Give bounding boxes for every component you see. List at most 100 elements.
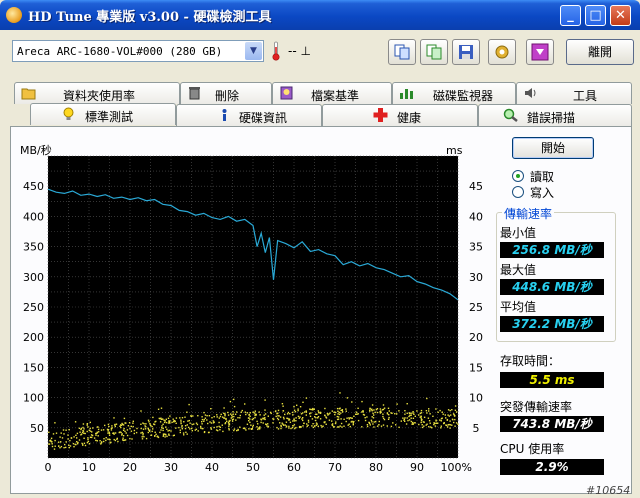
- tab-folder-usage[interactable]: 資料夾使用率: [14, 82, 180, 104]
- access-time-point: [298, 417, 300, 419]
- access-time-point: [161, 425, 163, 427]
- tab-disk-monitor[interactable]: 磁碟監視器: [392, 82, 516, 104]
- tab-file-benchmark[interactable]: 檔案基準: [272, 82, 392, 104]
- options-button[interactable]: [488, 39, 516, 65]
- access-time-point: [309, 408, 311, 410]
- access-time-point: [231, 420, 234, 422]
- access-time-point: [260, 419, 263, 421]
- access-time-point: [52, 433, 55, 435]
- y-axis-left-label: MB/秒: [20, 143, 52, 157]
- window-title: HD Tune 專業版 v3.00 - 硬碟檢測工具: [28, 10, 272, 25]
- access-time-point: [242, 427, 245, 430]
- access-time-point: [420, 409, 423, 412]
- access-time-point: [336, 415, 338, 418]
- access-time-point: [252, 411, 254, 413]
- access-time-point: [320, 424, 322, 427]
- access-time-point: [100, 442, 102, 444]
- start-button[interactable]: 開始: [512, 137, 594, 159]
- drive-select[interactable]: Areca ARC-1680-VOL#000 (280 GB) ▼: [12, 40, 264, 62]
- access-time-point: [341, 426, 343, 428]
- access-time-point: [338, 413, 341, 416]
- access-time-point: [189, 428, 191, 430]
- x-tick: 50: [246, 461, 260, 472]
- access-time-point: [236, 429, 238, 432]
- access-time-point: [406, 412, 408, 414]
- access-time-point: [68, 446, 70, 449]
- access-time-point: [219, 415, 222, 418]
- exit-button[interactable]: 離開: [566, 39, 634, 65]
- access-time-point: [295, 420, 297, 422]
- write-radio[interactable]: [512, 186, 524, 198]
- access-time-point: [162, 418, 164, 420]
- access-time-point: [181, 426, 183, 428]
- chevron-down-icon[interactable]: ▼: [245, 42, 262, 60]
- access-time-point: [175, 422, 177, 424]
- close-button[interactable]: ✕: [610, 5, 631, 26]
- access-time-point: [455, 411, 458, 413]
- access-time-point: [387, 407, 390, 409]
- download-button[interactable]: [526, 39, 554, 65]
- x-tick: 80: [369, 461, 383, 472]
- write-radio-label: 寫入: [530, 186, 555, 200]
- access-time-point: [78, 427, 81, 429]
- x-tick: 70: [328, 461, 342, 472]
- access-time-point: [420, 421, 422, 424]
- read-radio[interactable]: [512, 170, 524, 182]
- access-time-point: [279, 416, 282, 418]
- access-time-point: [206, 415, 208, 417]
- tab-error-scan[interactable]: 錯誤掃描: [478, 104, 632, 126]
- access-time-point: [119, 425, 121, 427]
- y-tick-right: 15: [469, 361, 483, 374]
- access-time-point: [81, 442, 83, 445]
- avg-label: 平均值: [500, 300, 537, 314]
- access-time-point: [173, 434, 175, 436]
- access-time-point: [60, 445, 63, 448]
- access-time-point: [280, 427, 282, 430]
- maximize-button[interactable]: □: [585, 5, 606, 26]
- access-time-point: [180, 422, 182, 425]
- access-time-point: [403, 419, 405, 421]
- title-bar: HD Tune 專業版 v3.00 - 硬碟檢測工具 _ □ ✕: [0, 0, 640, 30]
- access-time-point: [126, 434, 129, 437]
- access-time-point: [244, 403, 246, 405]
- access-time-point: [241, 409, 243, 412]
- tab-drive-info[interactable]: 硬碟資訊: [176, 104, 322, 126]
- tab-health[interactable]: 健康: [322, 104, 478, 126]
- copy-info-button[interactable]: [388, 39, 416, 65]
- access-time-point: [145, 423, 147, 425]
- access-time-point: [309, 415, 312, 417]
- access-time-point: [348, 418, 350, 420]
- access-time-point: [451, 424, 453, 426]
- access-time-point: [96, 431, 98, 433]
- access-time-point: [383, 418, 386, 421]
- access-time-point: [286, 413, 289, 415]
- access-time-point: [116, 437, 118, 440]
- y-tick-left: 300: [23, 271, 44, 284]
- copy-screenshot-button[interactable]: [420, 39, 448, 65]
- tab-erase[interactable]: 刪除: [180, 82, 272, 104]
- minimize-button[interactable]: _: [560, 5, 581, 26]
- tab-benchmark[interactable]: 標準測試: [30, 103, 176, 125]
- trash-icon: [189, 87, 200, 100]
- access-time-point: [230, 417, 232, 419]
- access-time-point: [302, 417, 304, 419]
- access-time-point: [142, 422, 144, 424]
- access-time-point: [285, 425, 288, 427]
- save-button[interactable]: [452, 39, 480, 65]
- access-time-point: [304, 411, 306, 413]
- access-time-point: [457, 423, 459, 425]
- tab-tools[interactable]: 工具: [516, 82, 632, 104]
- access-time-point: [79, 431, 81, 433]
- access-time-point: [388, 416, 390, 419]
- access-time-point: [429, 422, 431, 424]
- access-time-point: [160, 407, 163, 409]
- access-time-point: [340, 418, 342, 420]
- access-time-point: [245, 413, 247, 416]
- tab-label: 資料夾使用率: [63, 89, 136, 103]
- access-time-point: [208, 431, 210, 434]
- access-time-point: [152, 428, 154, 430]
- access-time-point: [349, 417, 352, 419]
- access-time-point: [412, 417, 415, 419]
- access-time-point: [292, 411, 294, 414]
- access-time-point: [107, 432, 109, 434]
